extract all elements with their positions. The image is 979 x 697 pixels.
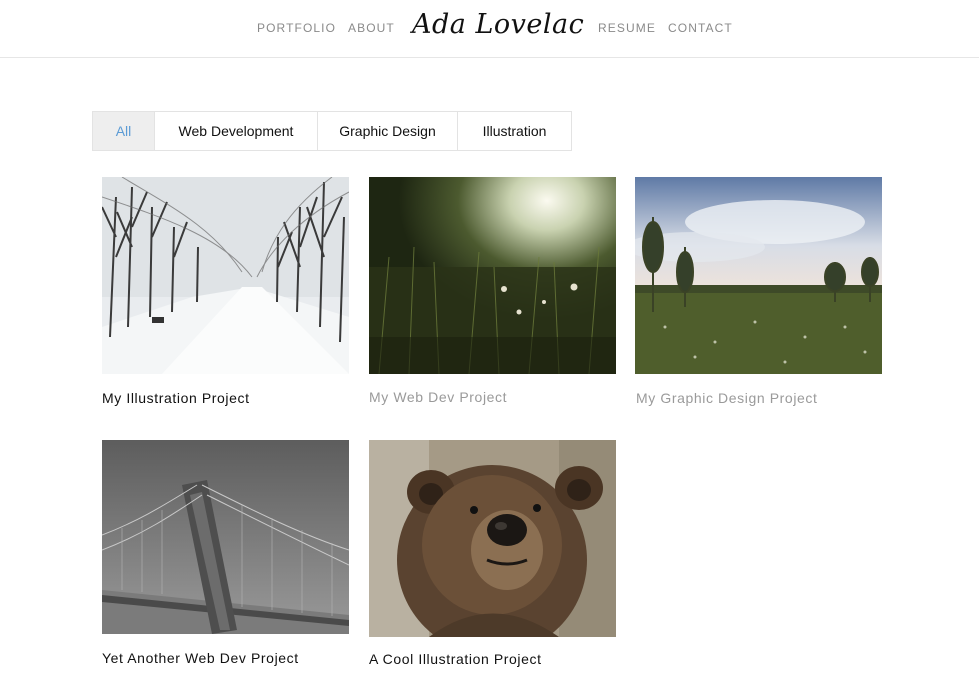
snowy-forest-road-image bbox=[102, 177, 349, 374]
logo[interactable]: Ada Lovelace bbox=[408, 0, 584, 48]
brown-bear-portrait-image bbox=[369, 440, 616, 637]
logo-text: Ada Lovelace bbox=[409, 9, 584, 40]
project-title[interactable]: A Cool Illustration Project bbox=[369, 651, 542, 667]
project-card[interactable] bbox=[102, 440, 349, 634]
project-card[interactable] bbox=[102, 177, 349, 374]
marsh-landscape-image bbox=[635, 177, 882, 374]
category-filter: All Web Development Graphic Design Illus… bbox=[92, 111, 572, 151]
project-title[interactable]: My Web Dev Project bbox=[369, 389, 507, 405]
project-title[interactable]: My Graphic Design Project bbox=[636, 390, 818, 406]
project-thumbnail[interactable] bbox=[102, 440, 349, 634]
site-header: PORTFOLIO ABOUT Ada Lovelace RESUME CONT… bbox=[0, 0, 979, 58]
suspension-bridge-aerial-image bbox=[102, 440, 349, 634]
project-card[interactable] bbox=[369, 177, 616, 374]
project-thumbnail[interactable] bbox=[102, 177, 349, 374]
sunlit-meadow-image bbox=[369, 177, 616, 374]
nav-link-resume[interactable]: RESUME bbox=[598, 21, 656, 35]
filter-tab-all[interactable]: All bbox=[93, 112, 155, 150]
filter-tab-illustration[interactable]: Illustration bbox=[458, 112, 571, 150]
project-title[interactable]: Yet Another Web Dev Project bbox=[102, 650, 299, 666]
filter-tab-graphic-design[interactable]: Graphic Design bbox=[318, 112, 458, 150]
nav-link-contact[interactable]: CONTACT bbox=[668, 21, 733, 35]
nav-link-portfolio[interactable]: PORTFOLIO bbox=[257, 21, 336, 35]
project-thumbnail[interactable] bbox=[369, 177, 616, 374]
project-title[interactable]: My Illustration Project bbox=[102, 390, 250, 406]
filter-tab-web-development[interactable]: Web Development bbox=[155, 112, 318, 150]
project-card[interactable] bbox=[369, 440, 616, 637]
project-card[interactable] bbox=[635, 177, 882, 374]
nav-link-about[interactable]: ABOUT bbox=[348, 21, 395, 35]
project-thumbnail[interactable] bbox=[369, 440, 616, 637]
project-thumbnail[interactable] bbox=[635, 177, 882, 374]
